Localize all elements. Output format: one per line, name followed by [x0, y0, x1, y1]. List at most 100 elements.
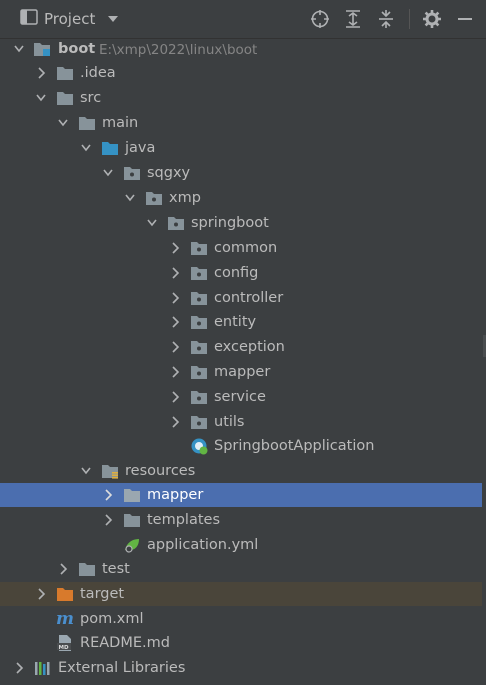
folder-icon [124, 489, 140, 502]
tree-node-exception[interactable]: exception [0, 335, 482, 359]
collapse-all-icon[interactable] [375, 8, 397, 30]
tree-node-pom[interactable]: m pom.xml [0, 607, 482, 631]
chevron-right-icon[interactable] [170, 316, 180, 328]
tree-node-label: config [214, 265, 259, 281]
tree-node-java[interactable]: java [0, 136, 482, 160]
excluded-folder-icon [57, 588, 73, 601]
tree-node-label: .idea [80, 65, 116, 81]
maven-icon: m [56, 609, 74, 629]
chevron-down-icon[interactable] [81, 142, 91, 154]
tree-node-label: pom.xml [80, 611, 144, 627]
package-icon [191, 267, 207, 280]
tree-node-label: exception [214, 339, 285, 355]
tree-node-resources[interactable]: resources [0, 459, 482, 483]
tree-node-label: service [214, 389, 266, 405]
tree-node-entity[interactable]: entity [0, 310, 482, 334]
chevron-right-icon[interactable] [170, 366, 180, 378]
chevron-right-icon[interactable] [58, 563, 68, 575]
tree-node-label: target [80, 586, 125, 602]
tree-node-label: templates [147, 512, 221, 528]
tree-node-label: xmp [169, 190, 201, 206]
tree-node-label: mapper [147, 487, 204, 503]
tree-node-src[interactable]: src [0, 86, 482, 110]
package-icon [191, 341, 207, 354]
tree-node-application-yml[interactable]: application.yml [0, 533, 482, 557]
chevron-right-icon[interactable] [170, 242, 180, 254]
package-icon [191, 391, 207, 404]
tree-node-test[interactable]: test [0, 557, 482, 581]
package-icon [146, 192, 162, 205]
tree-node-label: README.md [80, 635, 170, 651]
window-title: Project [44, 10, 96, 28]
chevron-down-icon[interactable] [14, 43, 24, 55]
chevron-right-icon[interactable] [103, 489, 113, 501]
package-icon [168, 217, 184, 230]
chevron-down-icon[interactable] [147, 217, 157, 229]
chevron-right-icon[interactable] [170, 292, 180, 304]
tree-node-main[interactable]: main [0, 111, 482, 135]
locate-icon[interactable] [309, 8, 331, 30]
resources-folder-icon [102, 465, 118, 479]
tree-node-label: src [80, 90, 102, 106]
library-icon [35, 662, 50, 675]
tree-node-config[interactable]: config [0, 261, 482, 285]
chevron-right-icon[interactable] [103, 514, 113, 526]
project-view-selector[interactable]: Project [20, 9, 119, 29]
chevron-down-icon[interactable] [81, 465, 91, 477]
chevron-down-icon[interactable] [107, 13, 119, 26]
folder-icon [57, 67, 73, 80]
folder-icon [57, 92, 73, 105]
tree-node-readme[interactable]: MD README.md [0, 631, 482, 655]
chevron-right-icon[interactable] [170, 416, 180, 428]
chevron-down-icon[interactable] [36, 92, 46, 104]
tree-node-label: java [125, 140, 156, 156]
tree-node-label: springboot [191, 215, 269, 231]
package-icon [191, 416, 207, 429]
tree-node-controller[interactable]: controller [0, 286, 482, 310]
gear-icon[interactable] [421, 8, 443, 30]
tree-node-common[interactable]: common [0, 236, 482, 260]
tree-node-springboot-application[interactable]: SpringbootApplication [0, 434, 482, 458]
tree-node-label: mapper [214, 364, 271, 380]
chevron-down-icon[interactable] [103, 167, 113, 179]
tree-node-label: controller [214, 290, 284, 306]
chevron-right-icon[interactable] [36, 67, 46, 79]
chevron-right-icon[interactable] [170, 341, 180, 353]
spring-boot-class-icon [191, 438, 208, 455]
tree-node-service[interactable]: service [0, 385, 482, 409]
tree-node-target[interactable]: target [0, 582, 482, 606]
tree-node-label: test [102, 561, 130, 577]
markdown-file-icon: MD [57, 635, 71, 651]
minimize-icon[interactable] [454, 8, 476, 30]
tree-node-label: sqgxy [147, 165, 191, 181]
package-icon [191, 242, 207, 255]
module-path: E:\xmp\2022\linux\boot [99, 42, 258, 58]
chevron-right-icon[interactable] [170, 391, 180, 403]
chevron-right-icon[interactable] [170, 267, 180, 279]
project-window-icon [20, 9, 38, 29]
svg-text:MD: MD [59, 645, 69, 651]
tree-node-sqgxy[interactable]: sqgxy [0, 161, 482, 185]
toolbar-separator [409, 9, 410, 29]
chevron-right-icon[interactable] [14, 662, 24, 674]
tree-node-mapper-package[interactable]: mapper [0, 360, 482, 384]
tree-node-springboot[interactable]: springboot [0, 211, 482, 235]
tree-node-label: resources [125, 463, 196, 479]
tree-node-templates[interactable]: templates [0, 508, 482, 532]
tree-node-label: entity [214, 314, 257, 330]
chevron-down-icon[interactable] [125, 192, 135, 204]
package-icon [191, 292, 207, 305]
chevron-right-icon[interactable] [36, 588, 46, 600]
folder-icon [124, 514, 140, 527]
chevron-down-icon[interactable] [58, 117, 68, 129]
folder-icon [79, 117, 95, 130]
spring-config-file-icon [125, 539, 139, 553]
tree-node-external-libraries[interactable]: External Libraries [0, 656, 482, 680]
tree-node-mapper-resources[interactable]: mapper [0, 483, 482, 507]
expand-all-icon[interactable] [342, 8, 364, 30]
tree-node-utils[interactable]: utils [0, 410, 482, 434]
tree-node-boot[interactable]: boot E:\xmp\2022\linux\boot [0, 37, 482, 61]
tree-node-idea[interactable]: .idea [0, 61, 482, 85]
project-tool-window-header: Project [0, 0, 486, 39]
tree-node-xmp[interactable]: xmp [0, 186, 482, 210]
